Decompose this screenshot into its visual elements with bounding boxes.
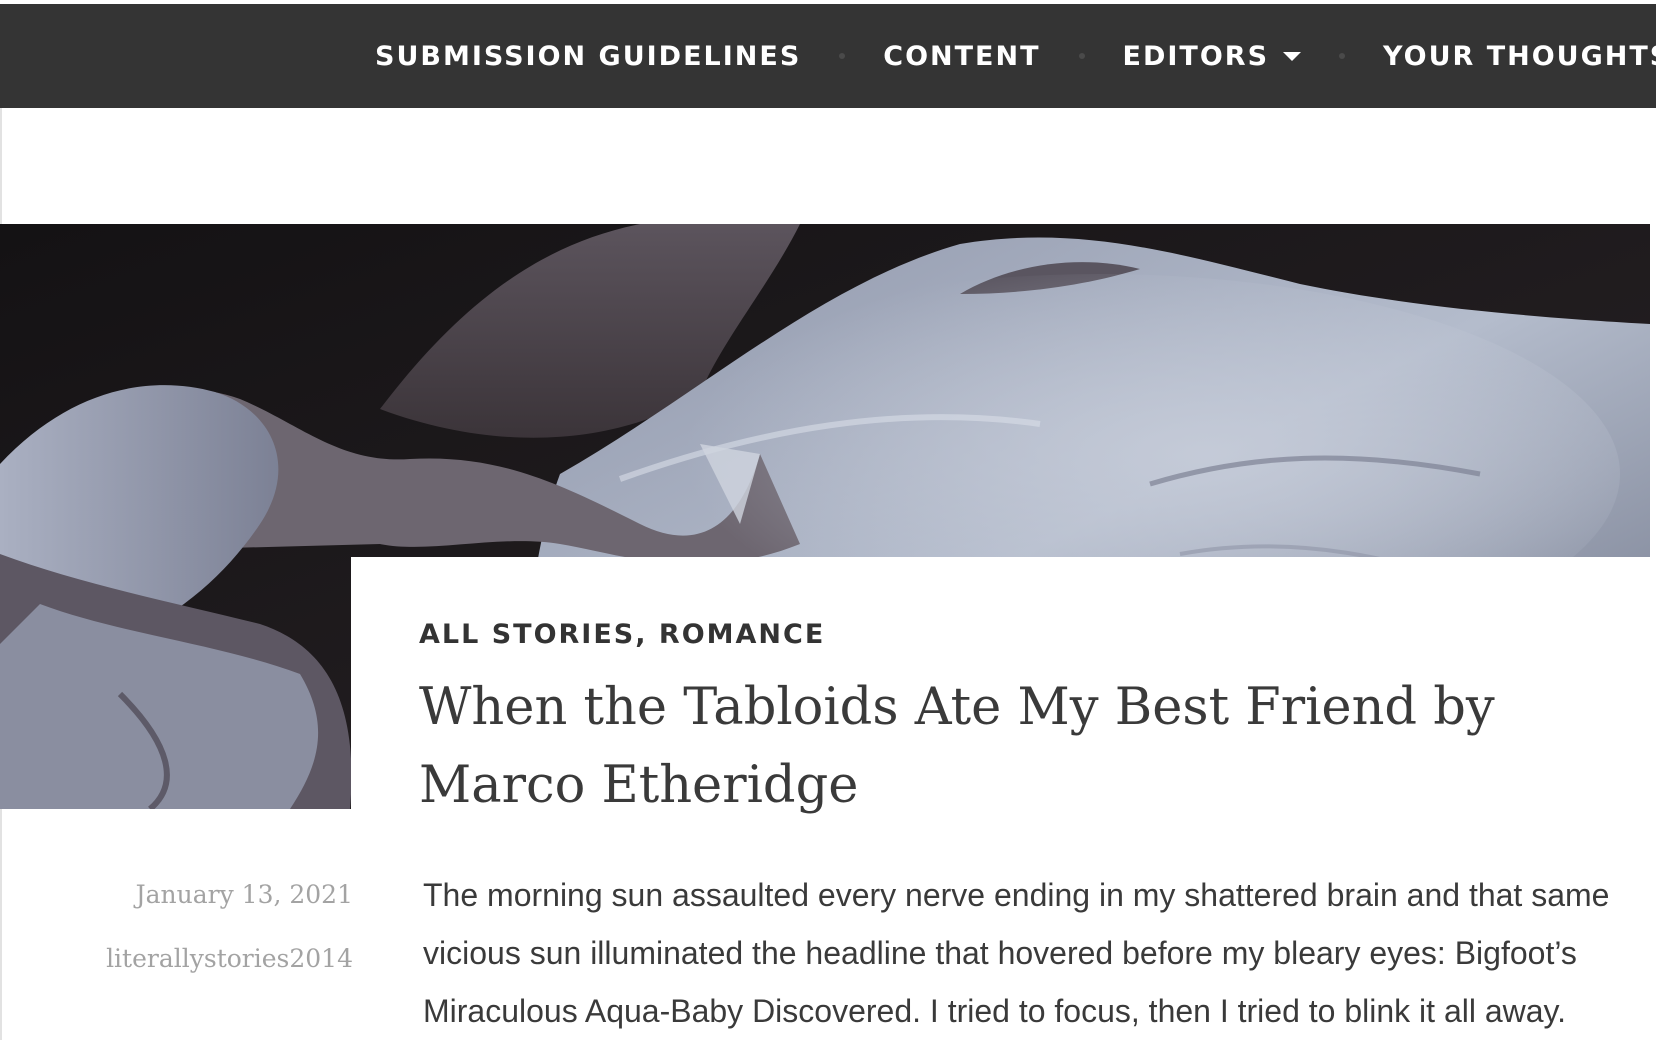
nav-separator-dot (839, 53, 846, 59)
post-date: January 13, 2021 (135, 880, 353, 909)
post-author-link[interactable]: literallystories2014 (93, 942, 353, 976)
post-title: When the Tabloids Ate My Best Friend by … (419, 678, 1495, 815)
nav-item-submission-guidelines[interactable]: SUBMISSION GUIDELINES (375, 41, 801, 72)
post-categories: ALL STORIES, ROMANCE (419, 619, 825, 650)
category-link-romance[interactable]: ROMANCE (659, 619, 825, 650)
nav-item-editors-label: EDITORS (1122, 40, 1270, 72)
nav-item-your-thoughts[interactable]: YOUR THOUGHTS (1383, 41, 1656, 72)
nav-item-editors[interactable]: EDITORS (1123, 41, 1302, 72)
chevron-down-icon[interactable] (1283, 51, 1302, 61)
page: SUBMISSION GUIDELINES CONTENT EDITORS YO… (0, 0, 1656, 1040)
category-separator: , (635, 619, 648, 650)
nav-separator-dot (1339, 53, 1346, 59)
category-link-all-stories[interactable]: ALL STORIES (419, 619, 635, 650)
main-menu: SUBMISSION GUIDELINES CONTENT EDITORS YO… (375, 4, 1656, 108)
nav-item-content[interactable]: CONTENT (883, 41, 1040, 72)
post-meta: January 13, 2021 literallystories2014 (93, 878, 353, 976)
top-navigation-bar: SUBMISSION GUIDELINES CONTENT EDITORS YO… (0, 4, 1656, 108)
post-excerpt: The morning sun assaulted every nerve en… (423, 877, 1610, 1029)
nav-separator-dot (1078, 53, 1085, 59)
